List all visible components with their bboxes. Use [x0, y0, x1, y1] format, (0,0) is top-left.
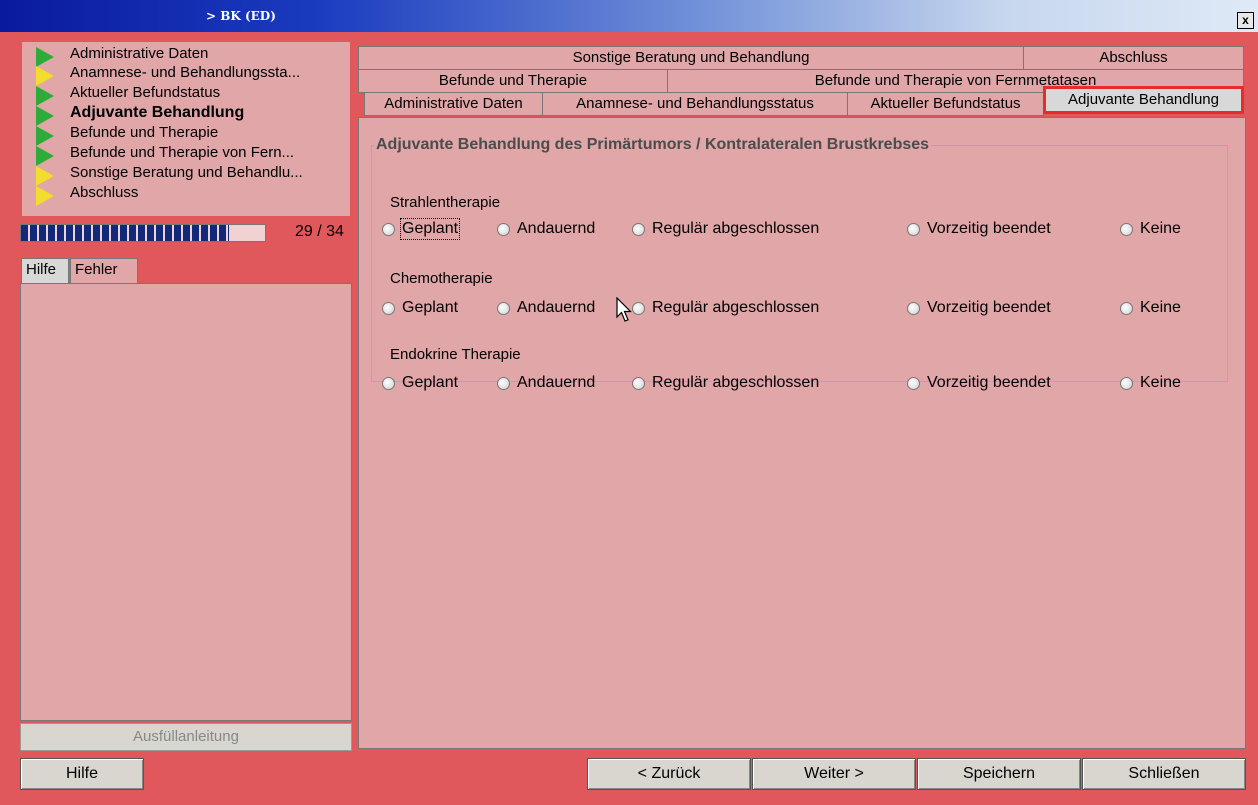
help-content-panel: [20, 283, 352, 721]
radio-endokrine-regulaer[interactable]: Regulär abgeschlossen: [632, 374, 819, 392]
section-strahlentherapie: Strahlentherapie: [390, 194, 501, 211]
tab-befunde-und-therapie[interactable]: Befunde und Therapie: [358, 69, 668, 93]
radio-icon: [907, 301, 920, 315]
radio-strahlentherapie-regulaer[interactable]: Regulär abgeschlossen: [632, 220, 819, 238]
radio-icon: [632, 301, 645, 315]
mouse-cursor-icon: [616, 297, 632, 322]
status-arrow-icon: [36, 146, 54, 166]
radio-endokrine-andauernd[interactable]: Andauernd: [497, 374, 595, 392]
tab-abschluss[interactable]: Abschluss: [1023, 46, 1244, 70]
window-title: > BK (ED): [206, 9, 276, 23]
nav-item-label: Aktueller Befundstatus: [70, 84, 221, 101]
nav-item-label: Befunde und Therapie von Fern...: [70, 144, 295, 161]
nav-item-label: Abschluss: [70, 184, 139, 201]
tab-hilfe[interactable]: Hilfe: [21, 258, 69, 283]
save-button[interactable]: Speichern: [917, 758, 1081, 790]
radio-chemotherapie-geplant[interactable]: Geplant: [382, 299, 458, 317]
title-bar: > BK (ED) x: [0, 0, 1258, 32]
nav-item-aktueller-befundstatus[interactable]: Aktueller Befundstatus: [34, 84, 354, 106]
radio-chemotherapie-regulaer[interactable]: Regulär abgeschlossen: [632, 299, 819, 317]
tab-administrative-daten[interactable]: Administrative Daten: [364, 92, 543, 116]
nav-item-anamnese[interactable]: Anamnese- und Behandlungssta...: [34, 64, 354, 86]
tab-fehler[interactable]: Fehler: [70, 258, 138, 283]
nav-item-adjuvante-behandlung[interactable]: Adjuvante Behandlung: [34, 104, 354, 126]
nav-item-label: Adjuvante Behandlung: [70, 104, 245, 121]
tab-anamnese[interactable]: Anamnese- und Behandlungsstatus: [542, 92, 848, 116]
fill-guide-button[interactable]: Ausfüllanleitung: [20, 723, 352, 751]
nav-item-befunde-und-therapie[interactable]: Befunde und Therapie: [34, 124, 354, 146]
section-navigation: Administrative Daten Anamnese- und Behan…: [22, 42, 350, 216]
radio-icon: [382, 222, 395, 236]
radio-endokrine-vorzeitig[interactable]: Vorzeitig beendet: [907, 374, 1051, 392]
radio-icon: [497, 301, 510, 315]
radio-icon: [497, 222, 510, 236]
next-button[interactable]: Weiter >: [752, 758, 916, 790]
radio-chemotherapie-andauernd[interactable]: Andauernd: [497, 299, 595, 317]
form-tab-strip: Sonstige Beratung und Behandlung Abschlu…: [358, 44, 1244, 116]
section-chemotherapie: Chemotherapie: [390, 270, 493, 287]
progress-fill: [21, 225, 230, 241]
radio-endokrine-geplant[interactable]: Geplant: [382, 374, 458, 392]
status-arrow-icon: [36, 66, 54, 86]
group-title: Adjuvante Behandlung des Primärtumors / …: [376, 136, 930, 153]
radio-strahlentherapie-vorzeitig[interactable]: Vorzeitig beendet: [907, 220, 1051, 238]
tab-content: Adjuvante Behandlung des Primärtumors / …: [358, 117, 1246, 749]
status-arrow-icon: [36, 106, 54, 126]
tab-sonstige-beratung[interactable]: Sonstige Beratung und Behandlung: [358, 46, 1024, 70]
radio-endokrine-keine[interactable]: Keine: [1120, 374, 1181, 392]
nav-item-label: Befunde und Therapie: [70, 124, 219, 141]
nav-item-administrative-daten[interactable]: Administrative Daten: [34, 45, 354, 67]
nav-item-label: Anamnese- und Behandlungssta...: [70, 64, 301, 81]
radio-icon: [497, 376, 510, 390]
radio-icon: [632, 222, 645, 236]
nav-item-label: Sonstige Beratung und Behandlu...: [70, 164, 303, 181]
radio-chemotherapie-keine[interactable]: Keine: [1120, 299, 1181, 317]
radio-strahlentherapie-andauernd[interactable]: Andauernd: [497, 220, 595, 238]
radio-icon: [382, 376, 395, 390]
radio-icon: [907, 376, 920, 390]
progress-counter: 29 / 34: [295, 223, 344, 240]
radio-strahlentherapie-keine[interactable]: Keine: [1120, 220, 1181, 238]
back-button[interactable]: < Zurück: [587, 758, 751, 790]
status-arrow-icon: [36, 126, 54, 146]
radio-icon: [632, 376, 645, 390]
nav-item-befunde-fernmetastasen[interactable]: Befunde und Therapie von Fern...: [34, 144, 354, 166]
nav-item-sonstige-beratung[interactable]: Sonstige Beratung und Behandlu...: [34, 164, 354, 186]
radio-icon: [1120, 376, 1133, 390]
help-button[interactable]: Hilfe: [20, 758, 144, 790]
radio-icon: [907, 222, 920, 236]
window-close-button[interactable]: x: [1237, 12, 1254, 29]
radio-icon: [1120, 222, 1133, 236]
nav-item-label: Administrative Daten: [70, 45, 209, 62]
status-arrow-icon: [36, 86, 54, 106]
close-button[interactable]: Schließen: [1082, 758, 1246, 790]
radio-chemotherapie-vorzeitig[interactable]: Vorzeitig beendet: [907, 299, 1051, 317]
radio-strahlentherapie-geplant[interactable]: Geplant: [382, 218, 461, 240]
status-arrow-icon: [36, 166, 54, 186]
section-endokrine-therapie: Endokrine Therapie: [390, 346, 521, 363]
radio-icon: [382, 301, 395, 315]
radio-icon: [1120, 301, 1133, 315]
progress-bar: [20, 224, 266, 242]
status-arrow-icon: [36, 186, 54, 206]
tab-adjuvante-behandlung[interactable]: Adjuvante Behandlung: [1043, 86, 1244, 114]
nav-item-abschluss[interactable]: Abschluss: [34, 184, 354, 206]
tab-aktueller-befundstatus[interactable]: Aktueller Befundstatus: [847, 92, 1044, 116]
adjuvant-treatment-group: Adjuvante Behandlung des Primärtumors / …: [371, 136, 1228, 391]
